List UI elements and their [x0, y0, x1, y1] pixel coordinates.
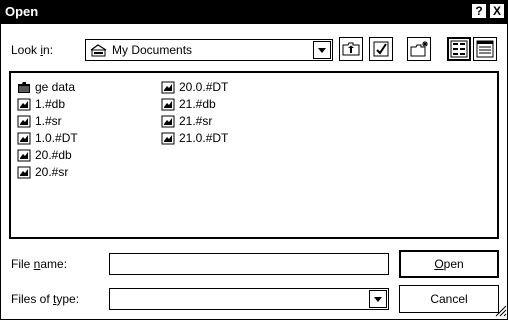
list-view-icon	[450, 40, 468, 58]
list-item[interactable]: 21.0.#DT	[159, 130, 228, 147]
files-of-type-dropdown[interactable]	[109, 288, 389, 310]
list-item[interactable]: 20.#sr	[15, 164, 78, 181]
file-icon	[161, 98, 175, 111]
file-icon	[17, 166, 31, 179]
file-list[interactable]: ge data 1.#db 1.#sr 1.0.#DT 20.#db 20.#s…	[9, 71, 499, 239]
create-new-folder-icon	[373, 41, 389, 57]
file-column-1: ge data 1.#db 1.#sr 1.0.#DT 20.#db 20.#s…	[15, 79, 78, 181]
resize-grip-icon[interactable]	[495, 305, 507, 317]
create-new-folder-button[interactable]	[369, 37, 393, 61]
file-icon	[17, 149, 31, 162]
list-item[interactable]: ge data	[15, 79, 78, 96]
details-view-icon	[476, 40, 494, 58]
my-documents-icon	[90, 44, 107, 57]
file-icon	[161, 81, 175, 94]
files-of-type-dropdown-button[interactable]	[369, 290, 387, 308]
list-item[interactable]: 1.#db	[15, 96, 78, 113]
list-item[interactable]: 20.0.#DT	[159, 79, 228, 96]
file-icon	[17, 132, 31, 145]
up-one-level-icon	[342, 42, 360, 56]
desktop-button[interactable]	[407, 37, 431, 61]
new-item-icon	[410, 41, 428, 57]
look-in-value: My Documents	[112, 43, 193, 57]
help-button[interactable]: ?	[471, 3, 487, 19]
list-item[interactable]: 20.#db	[15, 147, 78, 164]
look-in-dropdown[interactable]: My Documents	[85, 39, 333, 61]
list-item[interactable]: 21.#sr	[159, 113, 228, 130]
close-button[interactable]: X	[489, 3, 505, 19]
open-button[interactable]: Open	[399, 250, 499, 278]
file-name-label: File name:	[11, 257, 68, 271]
look-in-dropdown-button[interactable]	[313, 41, 331, 59]
files-of-type-label: Files of type:	[11, 292, 80, 306]
file-name-input[interactable]	[109, 253, 389, 275]
title-bar[interactable]: Open ? X	[1, 1, 507, 24]
file-column-2: 20.0.#DT 21.#db 21.#sr 21.0.#DT	[159, 79, 228, 147]
list-item[interactable]: 21.#db	[159, 96, 228, 113]
file-icon	[17, 98, 31, 111]
file-icon	[161, 132, 175, 145]
open-dialog: Open ? X Look in: My Documents ge data 1…	[0, 0, 508, 320]
details-view-button[interactable]	[473, 37, 497, 61]
file-icon	[17, 115, 31, 128]
dialog-title: Open	[5, 4, 39, 19]
list-item[interactable]: 1.#sr	[15, 113, 78, 130]
file-icon	[161, 115, 175, 128]
list-view-button[interactable]	[447, 37, 471, 61]
cancel-button[interactable]: Cancel	[399, 285, 499, 313]
list-item[interactable]: 1.0.#DT	[15, 130, 78, 147]
look-in-label: Look in:	[11, 43, 54, 57]
folder-icon	[18, 82, 30, 93]
up-one-level-button[interactable]	[339, 37, 363, 61]
